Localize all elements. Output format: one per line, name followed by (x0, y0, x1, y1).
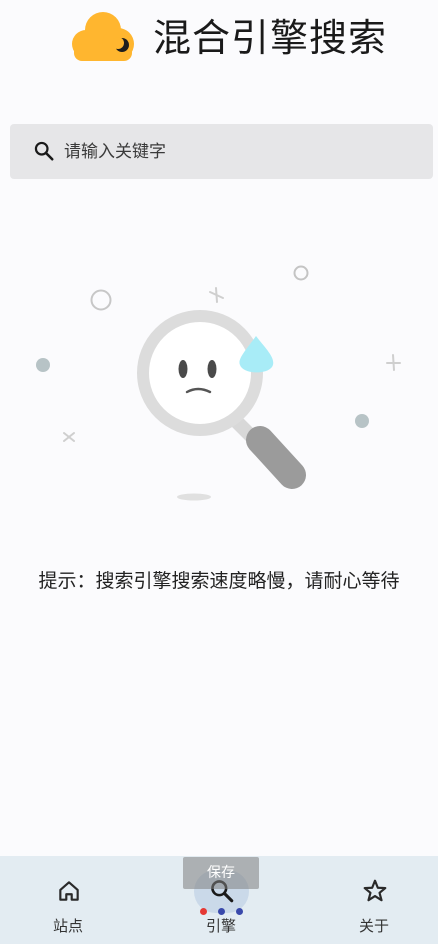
home-icon (59, 881, 79, 901)
hint-text: 提示：搜索引擎搜索速度略慢，请耐心等待 (38, 570, 400, 592)
nav-label-sites: 站点 (52, 917, 83, 935)
nav-item-about[interactable]: 关于 (314, 856, 434, 944)
search-input[interactable] (64, 124, 424, 179)
loading-dot (218, 908, 225, 915)
nav-item-sites[interactable]: 站点 (8, 856, 128, 944)
save-toast: 保存 (183, 857, 259, 889)
cloud-moon-icon (72, 12, 134, 61)
nav-label-engine: 引擎 (205, 917, 236, 935)
sad-magnifier-icon (36, 265, 401, 501)
app-title: 混合引擎搜索 (153, 16, 388, 60)
search-icon (34, 141, 54, 161)
search-bar[interactable] (10, 124, 433, 179)
loading-dot (236, 908, 243, 915)
loading-dot (200, 908, 207, 915)
app-header: 混合引擎搜索 (0, 0, 438, 80)
star-icon (363, 879, 387, 902)
nav-label-about: 关于 (358, 917, 389, 935)
